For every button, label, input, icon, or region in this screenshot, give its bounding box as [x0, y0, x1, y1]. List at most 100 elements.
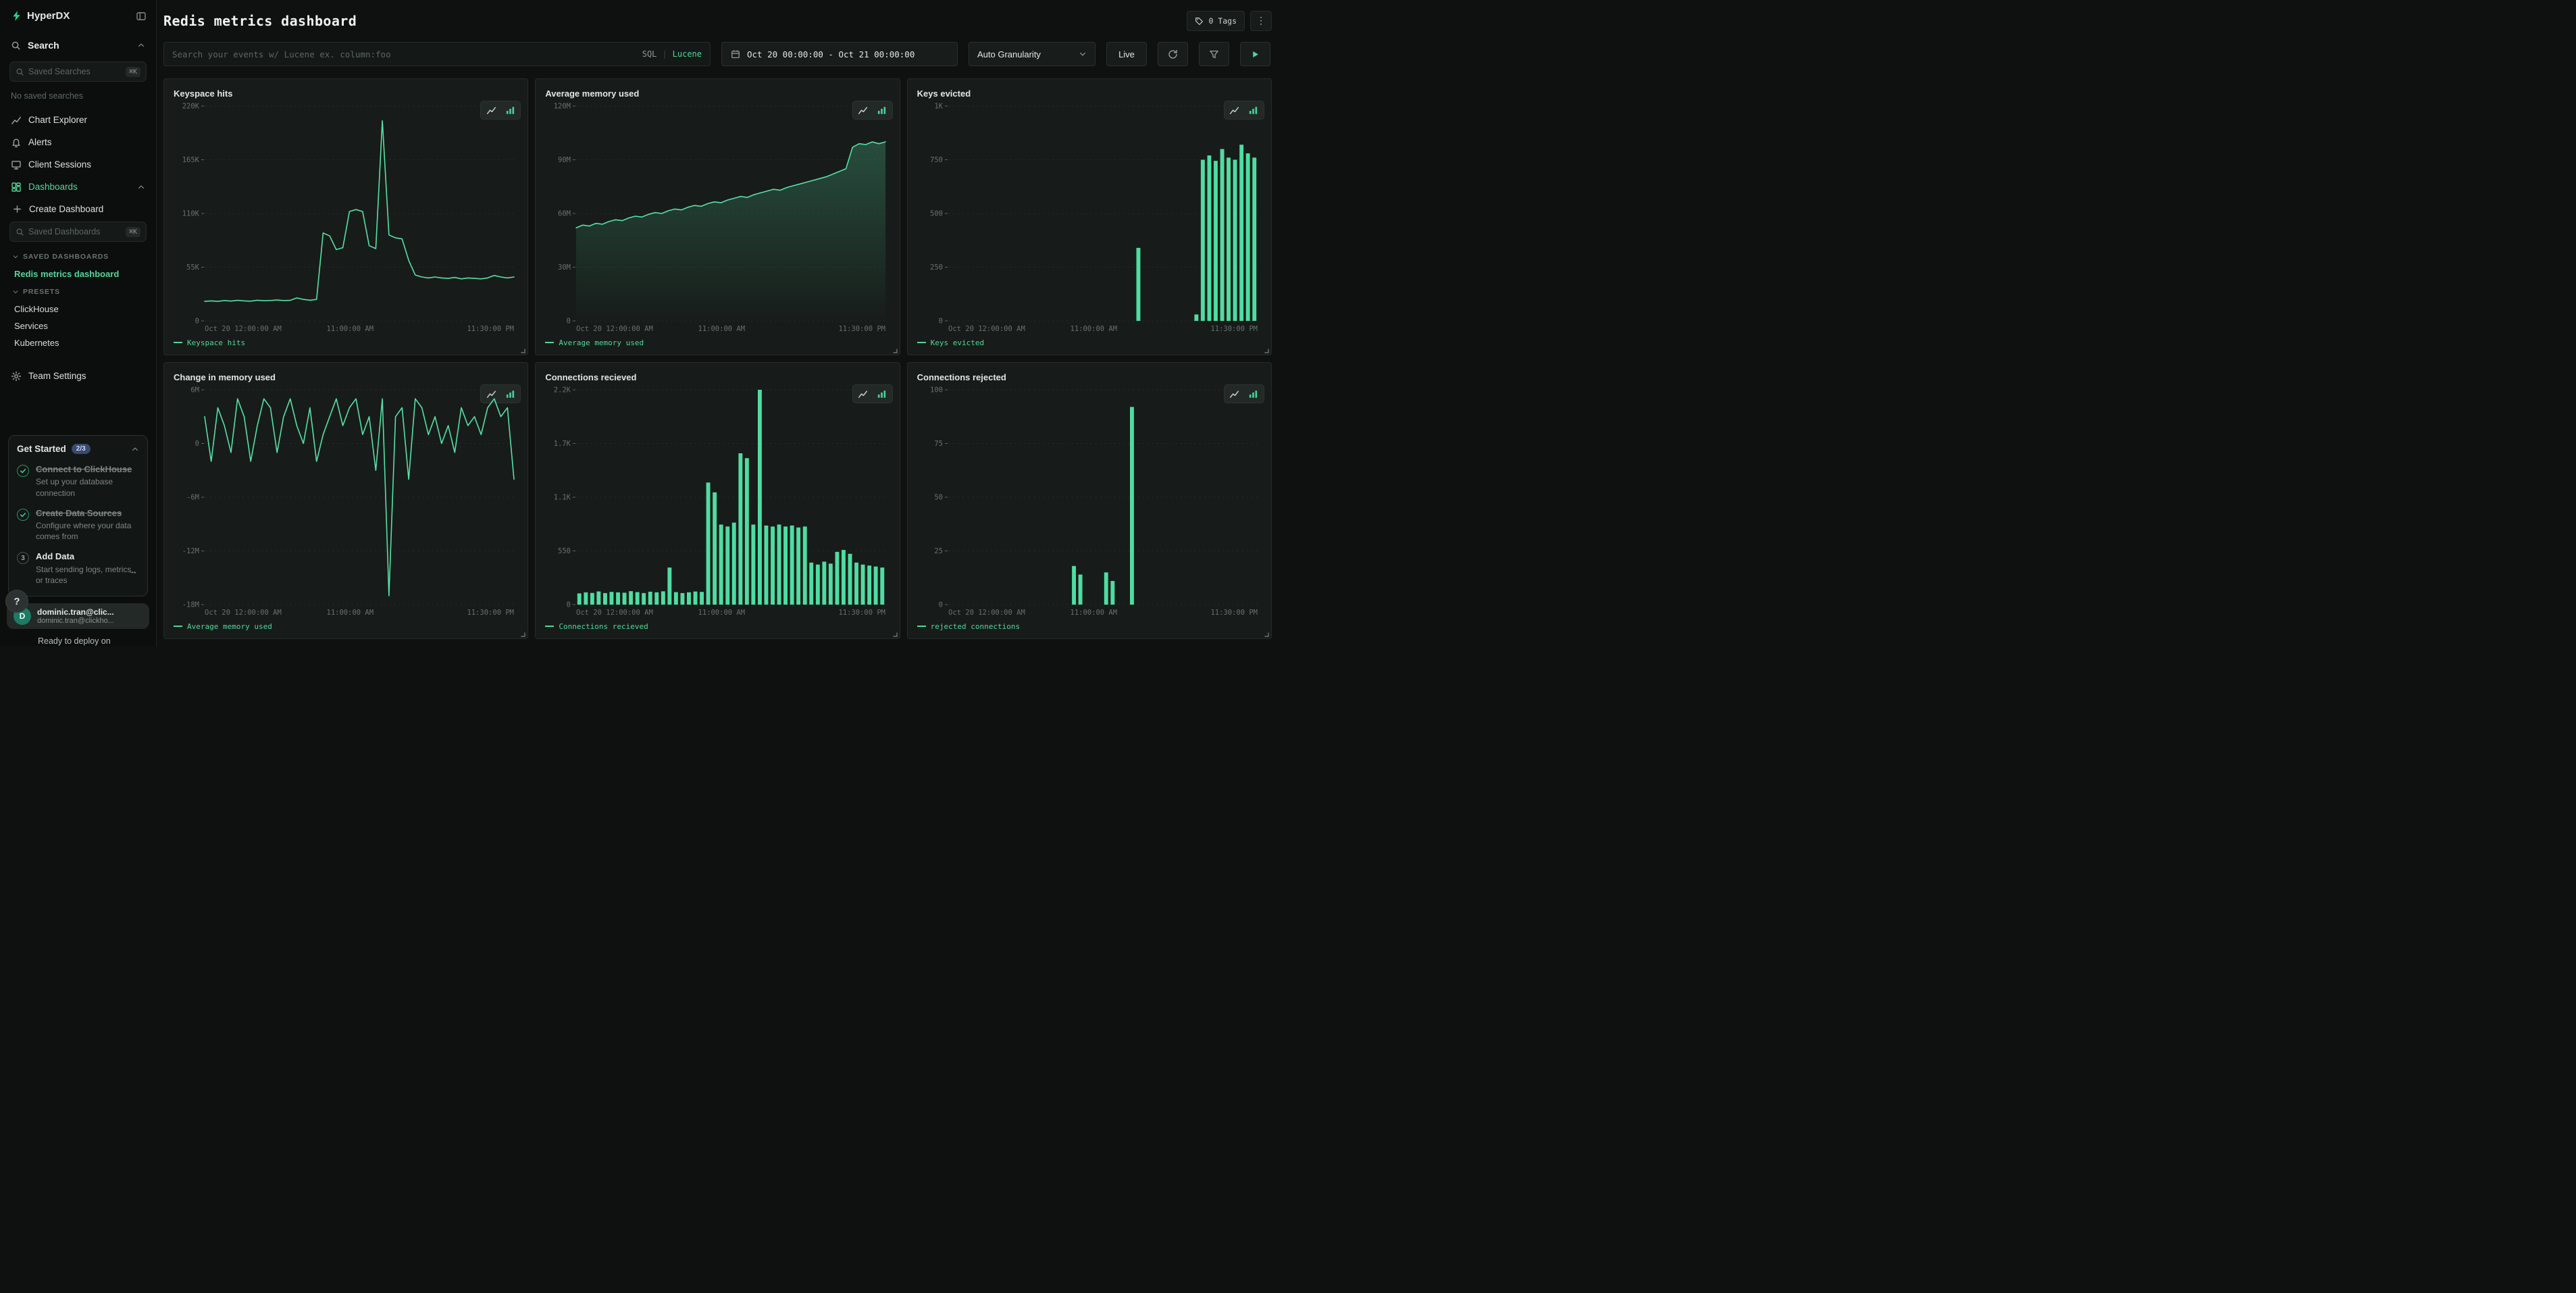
svg-text:6M: 6M	[190, 386, 199, 395]
legend-line-swatch	[174, 626, 182, 627]
dashboard-grid: Keyspace hits 055K110K165K220KOct 20 12:…	[163, 78, 1272, 639]
panel-resize-handle[interactable]	[892, 631, 898, 637]
chart-legend: Keyspace hits	[174, 336, 518, 349]
dashboard-menu-button[interactable]: ⋮	[1250, 11, 1272, 31]
chart-title: Average memory used	[545, 88, 639, 99]
svg-text:11:00:00 AM: 11:00:00 AM	[327, 325, 374, 333]
panel-resize-handle[interactable]	[1263, 347, 1269, 353]
chart-plot-area[interactable]: 030M60M90M120MOct 20 12:00:00 AM11:00:00…	[545, 101, 890, 334]
sidebar-item-client-sessions[interactable]: Client Sessions	[0, 153, 156, 176]
panel-resize-handle[interactable]	[892, 347, 898, 353]
run-query-button[interactable]	[1240, 42, 1270, 66]
panel-resize-handle[interactable]	[519, 631, 525, 637]
chart-plot-area[interactable]: -18M-12M-6M06MOct 20 12:00:00 AM11:00:00…	[174, 384, 518, 618]
sidebar-item-kubernetes[interactable]: Kubernetes	[0, 334, 156, 351]
sidebar-section-search[interactable]: Search	[0, 30, 156, 60]
svg-text:750: 750	[930, 156, 943, 164]
svg-text:550: 550	[558, 547, 571, 555]
search-icon	[16, 68, 24, 76]
svg-text:50: 50	[934, 494, 943, 502]
sidebar-item-team-settings[interactable]: Team Settings	[0, 365, 156, 387]
sql-mode-toggle[interactable]: SQL	[642, 49, 657, 59]
svg-text:Oct 20 12:00:00 AM: Oct 20 12:00:00 AM	[948, 325, 1025, 333]
sidebar-item-redis-dashboard[interactable]: Redis metrics dashboard	[0, 265, 156, 282]
presets-group-header[interactable]: PRESETS	[0, 282, 156, 301]
chart-plot-area[interactable]: 0255075100Oct 20 12:00:00 AM11:00:00 AM1…	[917, 384, 1262, 618]
tags-button[interactable]: 0 Tags	[1187, 11, 1245, 31]
svg-text:Oct 20 12:00:00 AM: Oct 20 12:00:00 AM	[948, 609, 1025, 617]
legend-label: rejected connections	[931, 622, 1020, 631]
saved-dashboards-group-header[interactable]: SAVED DASHBOARDS	[0, 247, 156, 265]
chart-plot-area[interactable]: 02505007501KOct 20 12:00:00 AM11:00:00 A…	[917, 101, 1262, 334]
sidebar-item-services[interactable]: Services	[0, 318, 156, 334]
get-started-title: Get Started	[17, 444, 66, 454]
sidebar-item-alerts[interactable]: Alerts	[0, 131, 156, 153]
collapse-sidebar-button[interactable]	[136, 11, 147, 22]
svg-text:11:30:00 PM: 11:30:00 PM	[467, 609, 514, 617]
sidebar-item-chart-explorer[interactable]: Chart Explorer	[0, 109, 156, 131]
svg-text:0: 0	[567, 318, 571, 326]
svg-text:Oct 20 12:00:00 AM: Oct 20 12:00:00 AM	[576, 609, 653, 617]
event-search-input[interactable]	[164, 43, 710, 66]
page-header: Redis metrics dashboard 0 Tags ⋮	[163, 0, 1272, 41]
svg-text:55K: 55K	[186, 263, 200, 272]
svg-text:120M: 120M	[554, 103, 571, 111]
user-menu[interactable]: D dominic.tran@clic... dominic.tran@clic…	[7, 603, 149, 629]
svg-text:11:00:00 AM: 11:00:00 AM	[698, 325, 746, 333]
filter-button[interactable]	[1199, 42, 1229, 66]
calendar-icon	[731, 49, 740, 59]
toolbar: SQL | Lucene Oct 20 00:00:00 - Oct 21 00…	[163, 42, 1272, 66]
tag-icon	[1195, 17, 1204, 26]
panel-resize-handle[interactable]	[1263, 631, 1269, 637]
legend-line-swatch	[545, 342, 554, 343]
check-circle-icon	[17, 509, 29, 521]
svg-text:500: 500	[930, 210, 943, 218]
svg-text:11:00:00 AM: 11:00:00 AM	[327, 609, 374, 617]
shortcut-badge: ⌘K	[126, 67, 140, 77]
search-section-label: Search	[28, 40, 59, 51]
chevron-up-icon	[137, 183, 145, 191]
svg-text:11:30:00 PM: 11:30:00 PM	[1210, 325, 1258, 333]
sidebar-item-clickhouse[interactable]: ClickHouse	[0, 301, 156, 318]
get-started-step-connect[interactable]: Connect to ClickHouse Set up your databa…	[17, 459, 139, 503]
svg-text:Oct 20 12:00:00 AM: Oct 20 12:00:00 AM	[205, 325, 282, 333]
get-started-step-add-data[interactable]: 3 Add Data Start sending logs, metrics, …	[17, 547, 139, 590]
search-icon	[11, 41, 21, 51]
date-range-picker[interactable]: Oct 20 00:00:00 - Oct 21 00:00:00	[721, 42, 958, 66]
svg-text:165K: 165K	[182, 156, 200, 164]
legend-label: Keyspace hits	[187, 338, 245, 347]
create-dashboard-button[interactable]: Create Dashboard	[0, 198, 156, 220]
chart-plot-area[interactable]: 05501.1K1.7K2.2KOct 20 12:00:00 AM11:00:…	[545, 384, 890, 618]
sidebar-item-dashboards[interactable]: Dashboards	[0, 176, 156, 198]
arrow-right-icon[interactable]: →	[128, 565, 138, 576]
search-icon	[16, 228, 24, 236]
live-button[interactable]: Live	[1106, 42, 1147, 66]
filter-funnel-icon	[1209, 49, 1219, 59]
help-button[interactable]: ?	[5, 590, 28, 613]
sidebar-item-label: Dashboards	[28, 182, 78, 192]
chart-legend: Average memory used	[545, 336, 890, 349]
chart-plot-area[interactable]: 055K110K165K220KOct 20 12:00:00 AM11:00:…	[174, 101, 518, 334]
no-saved-searches-note: No saved searches	[0, 87, 156, 109]
get-started-step-sources[interactable]: Create Data Sources Configure where your…	[17, 503, 139, 547]
create-dashboard-label: Create Dashboard	[29, 204, 103, 214]
hyperdx-logo[interactable]: HyperDX	[11, 10, 70, 22]
saved-dashboards-input[interactable]	[28, 227, 122, 236]
legend-line-swatch	[545, 626, 554, 627]
logo-text: HyperDX	[27, 10, 70, 22]
get-started-header[interactable]: Get Started 2/3	[17, 444, 139, 454]
chart-panel: Keys evicted 02505007501KOct 20 12:00:00…	[907, 78, 1272, 355]
chart-svg: -18M-12M-6M06MOct 20 12:00:00 AM11:00:00…	[174, 384, 518, 618]
panel-resize-handle[interactable]	[519, 347, 525, 353]
sidebar-item-label: Chart Explorer	[28, 115, 87, 125]
chart-svg: 030M60M90M120MOct 20 12:00:00 AM11:00:00…	[545, 101, 890, 334]
saved-searches-input[interactable]	[28, 67, 122, 76]
svg-text:0: 0	[938, 601, 942, 609]
legend-label: Average memory used	[187, 622, 272, 631]
chevron-down-icon	[1079, 50, 1087, 58]
chart-panel: Keyspace hits 055K110K165K220KOct 20 12:…	[163, 78, 528, 355]
resize-corner-icon	[892, 347, 898, 353]
refresh-button[interactable]	[1158, 42, 1188, 66]
granularity-select[interactable]: Auto Granularity	[969, 42, 1096, 66]
lucene-mode-toggle[interactable]: Lucene	[673, 49, 702, 59]
